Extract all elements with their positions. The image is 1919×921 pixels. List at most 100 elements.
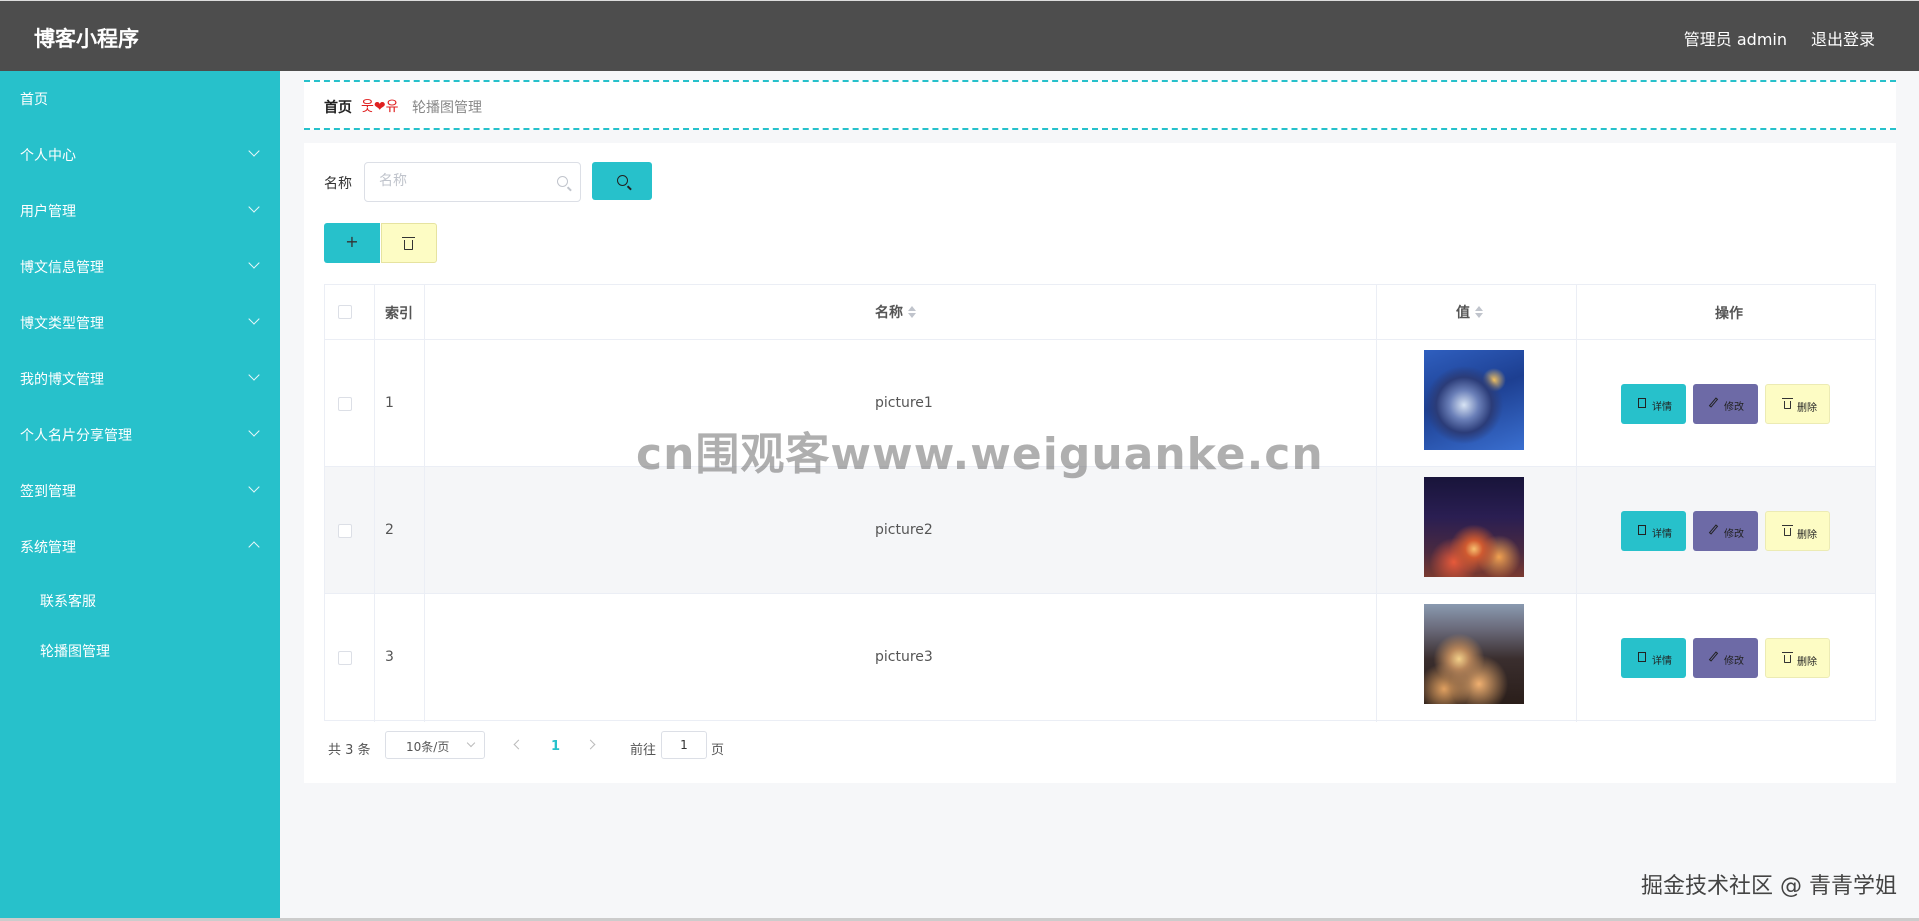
breadcrumb-home[interactable]: 首页 bbox=[324, 97, 352, 117]
sidebar-item-label: 联系客服 bbox=[40, 594, 96, 610]
sidebar-item-user-management[interactable]: 用户管理 bbox=[0, 183, 280, 239]
edit-button[interactable]: 修改 bbox=[1693, 638, 1758, 678]
row-image-thumbnail[interactable] bbox=[1424, 477, 1524, 577]
table-row: 2 picture2 详情 修改 删除 bbox=[325, 467, 1875, 594]
row-name: picture2 bbox=[875, 522, 933, 538]
table-row: 3 picture3 详情 修改 删除 bbox=[325, 594, 1875, 721]
row-index: 1 bbox=[385, 395, 394, 411]
add-button[interactable]: + bbox=[324, 223, 380, 263]
edit-icon bbox=[1708, 524, 1719, 535]
sidebar-item-home[interactable]: 首页 bbox=[0, 71, 280, 127]
app-title: 博客小程序 bbox=[34, 27, 139, 51]
select-all-checkbox[interactable] bbox=[338, 305, 352, 319]
header-actions: 操作 bbox=[1715, 306, 1743, 322]
row-checkbox[interactable] bbox=[338, 397, 352, 411]
header-name-sortable[interactable]: 名称 bbox=[875, 302, 916, 322]
header-value: 值 bbox=[1456, 305, 1470, 321]
goto-page-input[interactable]: 1 bbox=[661, 731, 707, 759]
view-label: 详情 bbox=[1652, 656, 1672, 667]
edit-label: 修改 bbox=[1724, 656, 1744, 667]
sidebar-subitem-carousel[interactable]: 轮播图管理 bbox=[0, 625, 280, 675]
search-label: 名称 bbox=[324, 176, 352, 192]
sidebar-subitem-contact[interactable]: 联系客服 bbox=[0, 575, 280, 625]
row-image-thumbnail[interactable] bbox=[1424, 604, 1524, 704]
next-page-icon[interactable] bbox=[585, 739, 596, 750]
sidebar-item-blog-info[interactable]: 博文信息管理 bbox=[0, 239, 280, 295]
document-icon bbox=[1638, 525, 1646, 535]
row-image-thumbnail[interactable] bbox=[1424, 350, 1524, 450]
sidebar-item-label: 签到管理 bbox=[20, 484, 76, 500]
goto-prefix: 前往 bbox=[630, 743, 657, 758]
row-checkbox[interactable] bbox=[338, 651, 352, 665]
sidebar-item-label: 轮播图管理 bbox=[40, 644, 110, 660]
sidebar-item-label: 首页 bbox=[20, 92, 48, 108]
chevron-down-icon bbox=[248, 369, 260, 381]
logout-link[interactable]: 退出登录 bbox=[1811, 26, 1875, 50]
chevron-down-icon bbox=[248, 201, 260, 213]
edit-label: 修改 bbox=[1724, 529, 1744, 540]
carousel-table: 索引 名称 值 操作 1 picture1 详情 修改 删除 2 picture… bbox=[324, 284, 1876, 722]
edit-button[interactable]: 修改 bbox=[1693, 384, 1758, 424]
document-icon bbox=[1638, 398, 1646, 408]
header-name: 名称 bbox=[875, 305, 903, 321]
view-label: 详情 bbox=[1652, 529, 1672, 540]
column-divider bbox=[374, 285, 375, 722]
batch-delete-button[interactable] bbox=[381, 223, 437, 263]
prev-page-icon[interactable] bbox=[513, 739, 524, 750]
sidebar-item-checkin[interactable]: 签到管理 bbox=[0, 463, 280, 519]
trash-icon bbox=[1782, 652, 1793, 663]
search-icon bbox=[617, 175, 628, 186]
table-header: 索引 名称 值 操作 bbox=[325, 285, 1875, 340]
header-index: 索引 bbox=[385, 306, 413, 322]
sidebar-item-my-blog[interactable]: 我的博文管理 bbox=[0, 351, 280, 407]
search-button[interactable] bbox=[592, 162, 652, 200]
row-checkbox[interactable] bbox=[338, 524, 352, 538]
view-button[interactable]: 详情 bbox=[1621, 384, 1686, 424]
chevron-down-icon bbox=[248, 481, 260, 493]
page-size-select[interactable]: 10条/页 bbox=[385, 731, 485, 759]
sidebar-item-label: 个人中心 bbox=[20, 148, 76, 164]
sidebar-item-card-share[interactable]: 个人名片分享管理 bbox=[0, 407, 280, 463]
goto-suffix: 页 bbox=[711, 743, 725, 758]
document-icon bbox=[1638, 652, 1646, 662]
edit-icon bbox=[1708, 651, 1719, 662]
watermark-text: cn围观客www.weiguanke.cn bbox=[636, 429, 1324, 480]
delete-button[interactable]: 删除 bbox=[1765, 638, 1830, 678]
top-header: 博客小程序 管理员 admin 退出登录 bbox=[0, 0, 1919, 71]
chevron-down-icon bbox=[466, 738, 476, 748]
breadcrumb: 首页 웃❤유 轮播图管理 bbox=[304, 80, 1896, 130]
sidebar-item-system[interactable]: 系统管理 bbox=[0, 519, 280, 575]
search-input[interactable] bbox=[379, 163, 549, 199]
search-field[interactable] bbox=[364, 162, 581, 202]
row-name: picture1 bbox=[875, 395, 933, 411]
edit-label: 修改 bbox=[1724, 402, 1744, 413]
row-index: 3 bbox=[385, 649, 394, 665]
page-number-current[interactable]: 1 bbox=[551, 739, 560, 754]
sort-icon bbox=[1475, 306, 1483, 318]
row-name: picture3 bbox=[875, 649, 933, 665]
trash-icon bbox=[402, 237, 415, 250]
header-value-sortable[interactable]: 值 bbox=[1456, 302, 1483, 322]
chevron-down-icon bbox=[248, 145, 260, 157]
view-button[interactable]: 详情 bbox=[1621, 511, 1686, 551]
search-icon bbox=[557, 176, 568, 187]
credit-text: 掘金技术社区 @ 青青学姐 bbox=[1641, 874, 1897, 899]
delete-label: 删除 bbox=[1797, 403, 1817, 414]
view-label: 详情 bbox=[1652, 402, 1672, 413]
chevron-up-icon bbox=[248, 541, 260, 553]
column-divider bbox=[1376, 285, 1377, 722]
delete-label: 删除 bbox=[1797, 657, 1817, 668]
column-divider bbox=[424, 285, 425, 722]
edit-button[interactable]: 修改 bbox=[1693, 511, 1758, 551]
delete-button[interactable]: 删除 bbox=[1765, 511, 1830, 551]
sidebar-item-label: 个人名片分享管理 bbox=[20, 428, 132, 444]
edit-icon bbox=[1708, 397, 1719, 408]
delete-button[interactable]: 删除 bbox=[1765, 384, 1830, 424]
sidebar-item-blog-type[interactable]: 博文类型管理 bbox=[0, 295, 280, 351]
view-button[interactable]: 详情 bbox=[1621, 638, 1686, 678]
sidebar-item-label: 博文类型管理 bbox=[20, 316, 104, 332]
delete-label: 删除 bbox=[1797, 530, 1817, 541]
sidebar-item-personal-center[interactable]: 个人中心 bbox=[0, 127, 280, 183]
sidebar-item-label: 用户管理 bbox=[20, 204, 76, 220]
admin-label: 管理员 admin bbox=[1683, 30, 1787, 49]
